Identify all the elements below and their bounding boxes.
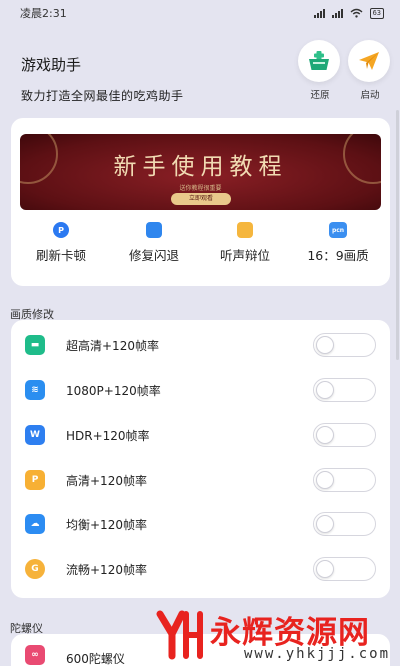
quality-row-label: 1080P+120帧率	[66, 384, 161, 398]
layers-icon: ≋	[25, 380, 45, 400]
watermark: 永辉资源网 www.yhkjjj.com	[150, 604, 400, 666]
quick-action-repair[interactable]: 修复闪退	[122, 222, 186, 266]
quick-action-sound[interactable]: 听声辩位	[213, 222, 277, 266]
refresh-icon: P	[53, 222, 69, 238]
quality-row: W HDR+120帧率	[11, 413, 390, 457]
cloud-icon: ☁	[25, 514, 45, 534]
toggle-knob	[316, 426, 334, 444]
repair-icon	[146, 222, 162, 238]
hd-icon: P	[25, 470, 45, 490]
quick-action-label: 听声辩位	[219, 248, 270, 263]
start-button[interactable]: 启动	[348, 40, 392, 101]
signal-icon	[331, 8, 343, 18]
quality-toggle[interactable]	[313, 378, 376, 402]
top-card: 新手使用教程 送你教程很重要 立即观看 P 刷新卡顿 修复闪退 听声辩位 pcn…	[11, 118, 390, 286]
quality-toggle[interactable]	[313, 468, 376, 492]
quality-row-label: HDR+120帧率	[66, 429, 150, 443]
toggle-knob	[316, 336, 334, 354]
quality-card: ▬ 超高清+120帧率 ≋ 1080P+120帧率 W HDR+120帧率 P …	[11, 320, 390, 598]
watermark-logo-icon	[156, 610, 203, 660]
banner-subtitle: 送你教程很重要	[179, 185, 222, 192]
gyro-icon: ∞	[25, 645, 45, 665]
ratio-icon: pcn	[329, 222, 347, 238]
paper-plane-icon	[359, 52, 379, 70]
hdr-icon: W	[25, 425, 45, 445]
sound-icon	[237, 222, 253, 238]
status-bar: 凌晨2:31 63	[0, 0, 400, 26]
quality-row: P 高清+120帧率	[11, 458, 390, 502]
quick-action-ratio[interactable]: pcn 16：9画质	[303, 222, 373, 266]
quality-row: ▬ 超高清+120帧率	[11, 323, 390, 367]
page-subtitle: 致力打造全网最佳的吃鸡助手	[21, 89, 184, 103]
quality-row: ≋ 1080P+120帧率	[11, 368, 390, 412]
scrollbar[interactable]	[396, 110, 399, 360]
battery-icon: 63	[369, 7, 384, 19]
quality-row: ☁ 均衡+120帧率	[11, 502, 390, 546]
ultra-hd-icon: ▬	[25, 335, 45, 355]
quick-action-label: 刷新卡顿	[35, 248, 86, 263]
restore-label: 还原	[310, 90, 330, 101]
wifi-icon	[350, 8, 363, 18]
banner-watch-button[interactable]: 立即观看	[171, 193, 231, 205]
toggle-knob	[316, 560, 334, 578]
smooth-icon: G	[25, 559, 45, 579]
tutorial-banner[interactable]: 新手使用教程 送你教程很重要 立即观看	[20, 134, 381, 210]
start-label: 启动	[360, 90, 380, 101]
quality-toggle[interactable]	[313, 512, 376, 536]
page-title: 游戏助手	[21, 56, 82, 74]
quality-toggle[interactable]	[313, 557, 376, 581]
quick-action-label: 修复闪退	[128, 248, 179, 263]
toggle-knob	[316, 381, 334, 399]
quality-toggle[interactable]	[313, 333, 376, 357]
restore-button-circle[interactable]	[298, 40, 340, 82]
start-button-circle[interactable]	[348, 40, 390, 82]
toggle-knob	[316, 471, 334, 489]
quality-row-label: 均衡+120帧率	[66, 518, 147, 532]
banner-title: 新手使用教程	[113, 154, 288, 180]
signal-icon	[313, 8, 325, 18]
gyro-row-label: 600陀螺仪	[66, 652, 125, 666]
restore-button[interactable]: 还原	[298, 40, 342, 101]
status-icons: 63	[313, 7, 384, 19]
quality-row: G 流畅+120帧率	[11, 547, 390, 591]
quality-row-label: 流畅+120帧率	[66, 563, 147, 577]
watermark-url: www.yhkjjj.com	[244, 646, 391, 662]
status-time: 凌晨2:31	[20, 7, 67, 20]
quality-row-label: 高清+120帧率	[66, 474, 147, 488]
quality-toggle[interactable]	[313, 423, 376, 447]
quality-row-label: 超高清+120帧率	[66, 339, 159, 353]
quick-action-refresh[interactable]: P 刷新卡顿	[29, 222, 93, 266]
basket-icon	[309, 51, 329, 70]
quick-action-label: 16：9画质	[307, 248, 369, 263]
toggle-knob	[316, 515, 334, 533]
